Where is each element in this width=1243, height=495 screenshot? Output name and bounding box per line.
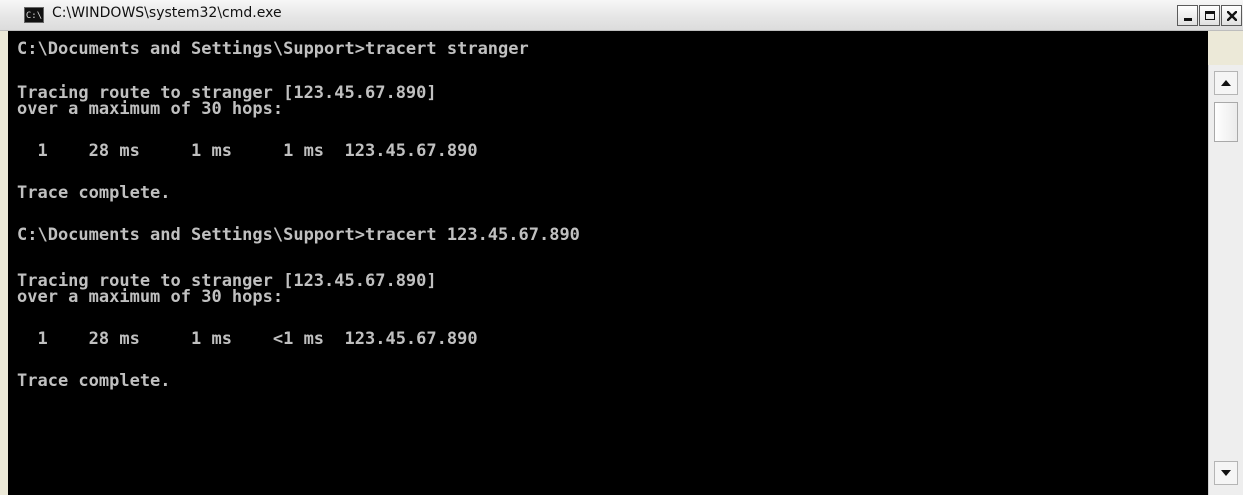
console-line-hop-1: 1 28 ms 1 ms 1 ms 123.45.67.890 [17, 141, 478, 161]
vertical-scrollbar[interactable] [1208, 65, 1243, 495]
scroll-up-button[interactable] [1214, 71, 1238, 95]
console-line-hop-2: 1 28 ms 1 ms <1 ms 123.45.67.890 [17, 329, 478, 349]
console-line-max-hops-2: over a maximum of 30 hops: [17, 287, 284, 307]
console-line-prompt-2: C:\Documents and Settings\Support>tracer… [17, 225, 580, 245]
minimize-button[interactable] [1177, 5, 1198, 26]
arrow-up-icon [1221, 80, 1231, 86]
cmd-app-icon[interactable]: C:\ [24, 7, 44, 23]
console-output[interactable]: C:\Documents and Settings\Support>tracer… [8, 31, 1208, 495]
arrow-down-icon [1221, 470, 1231, 476]
window-title: C:\WINDOWS\system32\cmd.exe [52, 5, 282, 21]
console-line-complete-2: Trace complete. [17, 371, 171, 391]
scrollbar-thumb[interactable] [1214, 102, 1238, 142]
cmd-window: C:\ C:\WINDOWS\system32\cmd.exe C:\Docum… [0, 0, 1243, 495]
maximize-icon [1204, 11, 1215, 20]
close-icon [1226, 10, 1237, 21]
title-bar[interactable]: C:\ C:\WINDOWS\system32\cmd.exe [0, 0, 1243, 31]
console-line-complete-1: Trace complete. [17, 183, 171, 203]
maximize-button[interactable] [1199, 5, 1220, 26]
minimize-icon [1183, 18, 1192, 21]
close-button[interactable] [1221, 5, 1242, 26]
scroll-down-button[interactable] [1214, 461, 1238, 485]
console-line-max-hops-1: over a maximum of 30 hops: [17, 99, 284, 119]
console-line-prompt-1: C:\Documents and Settings\Support>tracer… [17, 39, 529, 59]
